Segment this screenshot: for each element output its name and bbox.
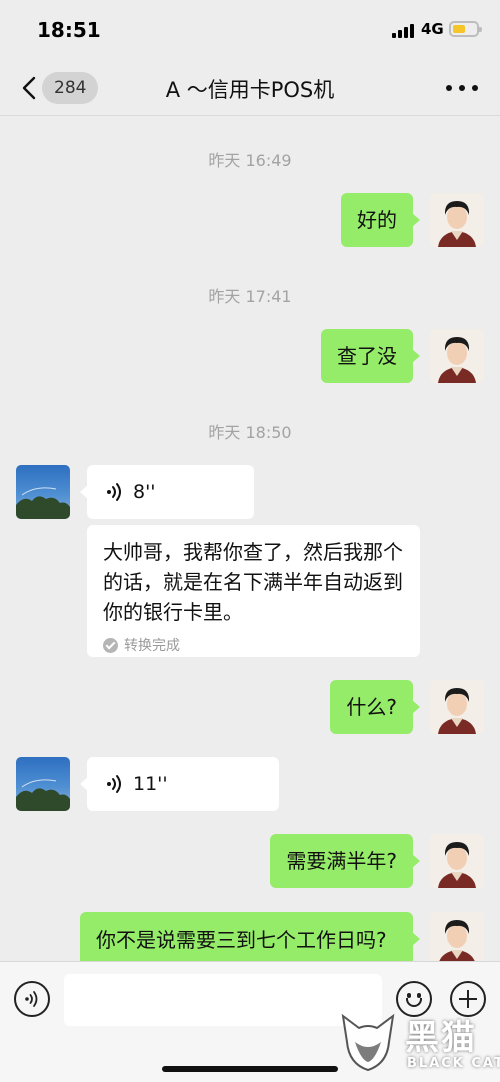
- cat-logo-icon: [341, 1013, 395, 1072]
- my-avatar[interactable]: [430, 193, 484, 247]
- voice-duration: 8'': [133, 481, 156, 503]
- signal-strength-icon: [392, 22, 414, 38]
- check-circle-icon: [103, 637, 118, 653]
- more-options-button[interactable]: [444, 74, 480, 102]
- incoming-voice-message[interactable]: 8'': [80, 465, 254, 519]
- transcript-status: 转换完成: [103, 635, 404, 655]
- avatar-portrait-icon: [438, 842, 476, 888]
- outgoing-message-bubble[interactable]: 需要满半年?: [270, 834, 420, 888]
- voice-input-toggle-button[interactable]: [14, 981, 50, 1017]
- battery-level: [453, 25, 465, 33]
- outgoing-message-bubble[interactable]: 什么?: [330, 680, 420, 734]
- transcript-status-label: 转换完成: [124, 638, 180, 654]
- outgoing-message-bubble[interactable]: 你不是说需要三到七个工作日吗?: [80, 912, 420, 961]
- chat-title: A ～信用卡POS机: [165, 78, 335, 102]
- my-avatar[interactable]: [430, 329, 484, 383]
- contact-avatar[interactable]: [16, 757, 70, 811]
- voice-duration: 11'': [133, 773, 168, 795]
- message-text: 你不是说需要三到七个工作日吗?: [96, 928, 387, 952]
- contact-avatar[interactable]: [16, 465, 70, 519]
- message-text-input[interactable]: [64, 974, 382, 1026]
- message-timestamp: 昨天 18:50: [208, 423, 292, 442]
- message-timestamp: 昨天 17:41: [208, 287, 292, 306]
- avatar-portrait-icon: [438, 337, 476, 383]
- chat-header: 284 A ～信用卡POS机: [0, 60, 500, 116]
- voice-wave-icon: [107, 775, 121, 793]
- avatar-tree-icon: [16, 487, 70, 519]
- avatar-tree-icon: [16, 779, 70, 811]
- avatar-portrait-icon: [438, 688, 476, 734]
- my-avatar[interactable]: [430, 680, 484, 734]
- status-bar: 18:51 4G: [0, 0, 500, 60]
- black-cat-watermark: 黑猫 BLACK CAT: [337, 1010, 500, 1082]
- outgoing-message-bubble[interactable]: 查了没: [321, 329, 420, 383]
- home-indicator: [162, 1066, 338, 1072]
- watermark-text-cn: 黑猫: [405, 1018, 477, 1058]
- emoji-icon: [406, 998, 422, 1007]
- avatar-portrait-icon: [438, 201, 476, 247]
- network-type: 4G: [421, 20, 444, 38]
- chevron-left-icon: [22, 76, 36, 100]
- transcript-text: 大帅哥，我帮你查了，然后我那个的话，就是在名下满半年自动返到你的银行卡里。: [103, 540, 403, 624]
- watermark-text-en: BLACK CAT: [407, 1056, 500, 1071]
- back-button[interactable]: 284: [14, 70, 100, 106]
- unread-count-badge: 284: [42, 72, 99, 104]
- message-list[interactable]: 昨天 16:49 好的 昨天 17:41 查了没 昨天 18:50 8'' 大帅…: [0, 117, 500, 961]
- avatar-portrait-icon: [439, 920, 475, 961]
- status-time: 18:51: [37, 18, 101, 42]
- voice-wave-icon: [25, 991, 38, 1007]
- voice-transcript-bubble[interactable]: 大帅哥，我帮你查了，然后我那个的话，就是在名下满半年自动返到你的银行卡里。 转换…: [87, 525, 420, 657]
- my-avatar[interactable]: [430, 912, 484, 961]
- battery-icon: [449, 21, 482, 37]
- my-avatar[interactable]: [430, 834, 484, 888]
- outgoing-message-bubble[interactable]: 好的: [341, 193, 420, 247]
- voice-wave-icon: [107, 483, 121, 501]
- message-timestamp: 昨天 16:49: [208, 151, 292, 170]
- incoming-voice-message[interactable]: 11'': [80, 757, 279, 811]
